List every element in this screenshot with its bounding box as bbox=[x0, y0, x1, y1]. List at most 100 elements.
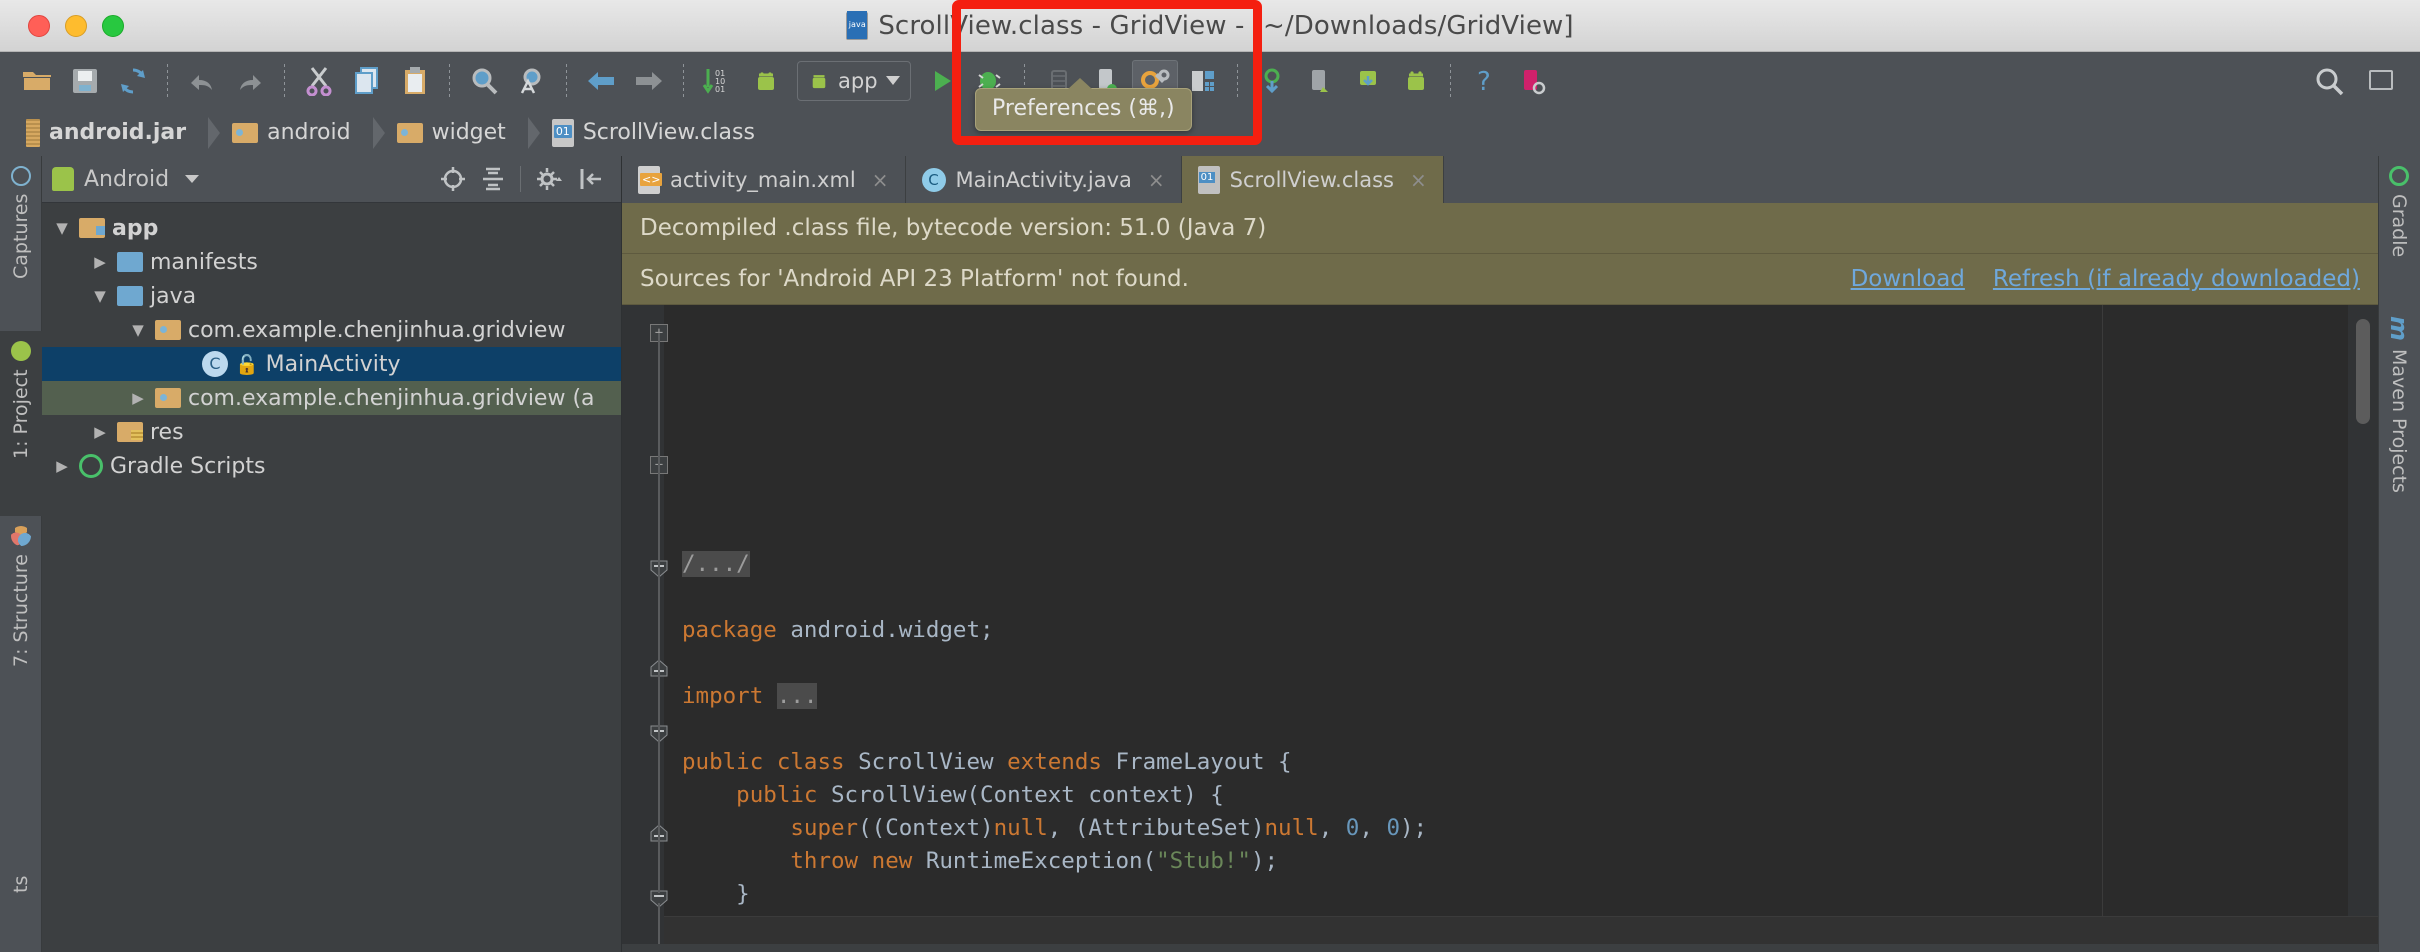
code-token: null bbox=[1264, 815, 1319, 841]
editor-tabs: activity_main.xml × C MainActivity.java … bbox=[622, 156, 2378, 203]
tree-row-label: manifests bbox=[150, 249, 258, 275]
compile-icon[interactable]: 01 10 01 bbox=[695, 60, 741, 102]
forward-icon[interactable] bbox=[626, 60, 672, 102]
open-project-icon[interactable] bbox=[14, 60, 60, 102]
hide-icon[interactable] bbox=[579, 166, 605, 192]
layout-inspector-icon[interactable] bbox=[2358, 60, 2404, 102]
copy-icon[interactable] bbox=[344, 60, 390, 102]
close-icon[interactable]: × bbox=[1148, 168, 1165, 192]
redo-icon[interactable] bbox=[227, 60, 273, 102]
chevron-right-icon[interactable]: ▶ bbox=[52, 457, 72, 475]
cut-icon[interactable] bbox=[296, 60, 342, 102]
avd-manager-icon[interactable] bbox=[1297, 60, 1343, 102]
chevron-right-icon bbox=[527, 116, 540, 149]
sidebar-item-gradle[interactable]: Gradle bbox=[2378, 156, 2420, 306]
code-lines[interactable]: /.../ package android.widget; import ...… bbox=[664, 548, 2378, 950]
breadcrumb-label: android.jar bbox=[49, 120, 187, 145]
sdk-manager-icon[interactable] bbox=[1345, 60, 1391, 102]
chevron-down-icon[interactable]: ▼ bbox=[128, 321, 148, 339]
run-configuration-selector[interactable]: app bbox=[797, 60, 911, 101]
jar-icon bbox=[26, 118, 40, 147]
code-token: ScrollView bbox=[858, 749, 1008, 775]
help-icon[interactable]: ? bbox=[1462, 60, 1508, 102]
sidebar-item-captures[interactable]: Captures bbox=[0, 156, 42, 331]
breadcrumb-item-widget[interactable]: widget bbox=[387, 109, 542, 156]
code-viewer[interactable]: /.../ package android.widget; import ...… bbox=[622, 305, 2378, 950]
zoom-button[interactable] bbox=[102, 14, 124, 37]
divider bbox=[520, 166, 521, 192]
sidebar-item-build-variants[interactable]: ts bbox=[0, 866, 42, 952]
tree-row-java[interactable]: ▼ java bbox=[42, 279, 621, 313]
chevron-down-icon[interactable]: ▼ bbox=[90, 287, 110, 305]
code-token: null bbox=[993, 815, 1048, 841]
tree-row-app[interactable]: ▼ app bbox=[42, 211, 621, 245]
breadcrumb-item-class[interactable]: ScrollView.class bbox=[542, 109, 757, 156]
tooltip-text: Preferences (⌘,) bbox=[992, 96, 1175, 121]
project-panel-actions bbox=[440, 166, 611, 192]
sidebar-item-label: Maven Projects bbox=[2388, 349, 2410, 493]
editor-scrollbar-thumb[interactable] bbox=[2356, 319, 2370, 424]
close-icon[interactable]: × bbox=[1410, 168, 1427, 192]
gradle-sync-icon[interactable] bbox=[743, 60, 789, 102]
gear-icon[interactable] bbox=[535, 166, 565, 192]
save-all-icon[interactable] bbox=[62, 60, 108, 102]
tree-row-package[interactable]: ▼ com.example.chenjinhua.gridview bbox=[42, 313, 621, 347]
sources-banner: Sources for 'Android API 23 Platform' no… bbox=[622, 254, 2378, 305]
chevron-right-icon bbox=[372, 116, 385, 149]
code-token: RuntimeException( bbox=[925, 848, 1157, 874]
decompiled-banner-text: Decompiled .class file, bytecode version… bbox=[640, 215, 1267, 241]
tree-row-gradle-scripts[interactable]: ▶ Gradle Scripts bbox=[42, 449, 621, 483]
collapse-all-icon[interactable] bbox=[480, 166, 506, 192]
code-token: extends bbox=[1007, 749, 1116, 775]
tab-activity-main-xml[interactable]: activity_main.xml × bbox=[622, 156, 906, 203]
tree-row-manifests[interactable]: ▶ manifests bbox=[42, 245, 621, 279]
find-icon[interactable] bbox=[461, 60, 507, 102]
code-token: , bbox=[1359, 815, 1387, 841]
run-button[interactable] bbox=[919, 60, 965, 102]
sidebar-item-project[interactable]: 1: Project bbox=[0, 331, 42, 516]
toolbar-separator bbox=[566, 63, 567, 98]
project-view-selector-label[interactable]: Android bbox=[84, 167, 169, 192]
locate-icon[interactable] bbox=[440, 166, 466, 192]
paste-icon[interactable] bbox=[392, 60, 438, 102]
code-token: import bbox=[682, 683, 777, 709]
tree-row-mainactivity[interactable]: C 🔓 MainActivity bbox=[42, 347, 621, 381]
sdk-update-icon[interactable] bbox=[1249, 60, 1295, 102]
chevron-down-icon[interactable]: ▼ bbox=[52, 219, 72, 237]
tree-row-label: Gradle Scripts bbox=[110, 453, 266, 479]
sidebar-item-structure[interactable]: 7: Structure bbox=[0, 516, 42, 711]
fold-region-line-main bbox=[658, 333, 660, 893]
tab-scrollview-class[interactable]: ScrollView.class × bbox=[1181, 156, 1444, 203]
sync-icon[interactable] bbox=[110, 60, 156, 102]
sidebar-item-maven[interactable]: m Maven Projects bbox=[2378, 306, 2420, 546]
tree-row-package-androidtest[interactable]: ▶ com.example.chenjinhua.gridview (a bbox=[42, 381, 621, 415]
chevron-right-icon[interactable]: ▶ bbox=[90, 253, 110, 271]
undo-icon[interactable] bbox=[179, 60, 225, 102]
chevron-down-icon[interactable] bbox=[185, 175, 200, 183]
tab-mainactivity-java[interactable]: C MainActivity.java × bbox=[906, 156, 1182, 203]
search-everywhere-icon[interactable] bbox=[2306, 60, 2352, 102]
breadcrumb-item-android[interactable]: android bbox=[222, 109, 387, 156]
run-config-label: app bbox=[838, 68, 878, 93]
close-icon[interactable]: × bbox=[872, 168, 889, 192]
code-token: , (AttributeSet) bbox=[1047, 815, 1265, 841]
download-link[interactable]: Download bbox=[1851, 266, 1965, 292]
breadcrumb-item-jar[interactable]: android.jar bbox=[16, 109, 222, 156]
chevron-right-icon[interactable]: ▶ bbox=[90, 423, 110, 441]
sidebar-item-label: ts bbox=[10, 876, 32, 894]
device-icon[interactable] bbox=[1510, 60, 1556, 102]
code-token: public class bbox=[682, 749, 859, 775]
back-icon[interactable] bbox=[578, 60, 624, 102]
tab-label: activity_main.xml bbox=[670, 167, 856, 192]
refresh-link[interactable]: Refresh (if already downloaded) bbox=[1993, 266, 2360, 292]
code-token: ScrollView(Context context) { bbox=[831, 782, 1224, 808]
chevron-right-icon[interactable]: ▶ bbox=[128, 389, 148, 407]
minimize-button[interactable] bbox=[65, 14, 87, 37]
replace-icon[interactable] bbox=[509, 60, 555, 102]
close-button[interactable] bbox=[28, 14, 50, 37]
android-monitor-icon[interactable] bbox=[1393, 60, 1439, 102]
toolbar-separator bbox=[1236, 63, 1238, 98]
tree-row-res[interactable]: ▶ res bbox=[42, 415, 621, 449]
tree-row-label: com.example.chenjinhua.gridview bbox=[188, 317, 566, 343]
